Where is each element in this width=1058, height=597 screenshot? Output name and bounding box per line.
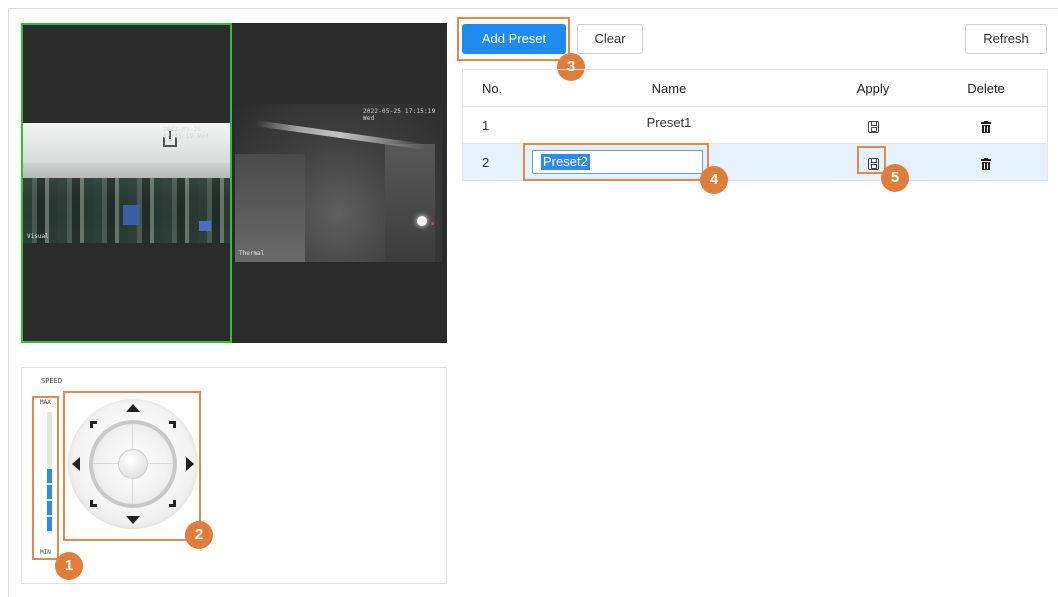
thermal-osd-label: Thermal <box>239 250 265 257</box>
header-apply: Apply <box>856 81 890 96</box>
delete-button[interactable] <box>951 144 1021 181</box>
video-preview: 2022-05-25 17:15:19 Wed Visual 2022-05-2… <box>21 23 447 343</box>
thermal-camera-feed[interactable]: 2022-05-25 17:15:19 Wed Thermal <box>235 104 442 262</box>
speed-label: SPEED <box>41 377 63 385</box>
callout-box-add-preset <box>457 17 570 61</box>
delete-button[interactable] <box>951 107 1021 144</box>
apply-button[interactable] <box>833 107 913 144</box>
preset-name[interactable]: Preset1 <box>527 107 811 139</box>
callout-badge-1: 1 <box>55 552 83 580</box>
trash-icon <box>981 157 991 170</box>
visual-channel-window[interactable]: 2022-05-25 17:15:19 Wed Visual <box>21 23 232 343</box>
trash-icon <box>981 120 991 133</box>
callout-box-speed <box>32 396 59 560</box>
table-header-row: No. Name Apply Delete <box>463 70 1047 107</box>
callout-badge-5: 5 <box>881 164 909 192</box>
callout-box-name-input <box>523 143 709 181</box>
table-row[interactable]: 1 Preset1 <box>463 107 1047 144</box>
header-name: Name <box>651 81 687 96</box>
callout-badge-2: 2 <box>185 521 213 549</box>
callout-badge-4: 4 <box>700 166 728 194</box>
visual-timestamp: 2022-05-25 17:15:19 Wed <box>163 126 209 140</box>
row-number: 2 <box>482 155 490 170</box>
header-no: No. <box>482 81 503 96</box>
thermal-timestamp: 2022-05-25 17:15:19 Wed <box>363 108 436 122</box>
visual-osd-label: Visual <box>27 233 49 240</box>
ptz-control-panel: SPEED MAX MIN <box>21 367 447 584</box>
clear-button[interactable]: Clear <box>577 24 643 54</box>
header-delete: Delete <box>967 81 1005 96</box>
save-icon <box>867 120 879 133</box>
visual-camera-feed: 2022-05-25 17:15:19 Wed Visual <box>23 123 230 243</box>
callout-box-direction <box>63 391 201 541</box>
refresh-button[interactable]: Refresh <box>965 24 1047 54</box>
callout-box-apply <box>857 146 886 174</box>
row-number: 1 <box>482 118 490 133</box>
